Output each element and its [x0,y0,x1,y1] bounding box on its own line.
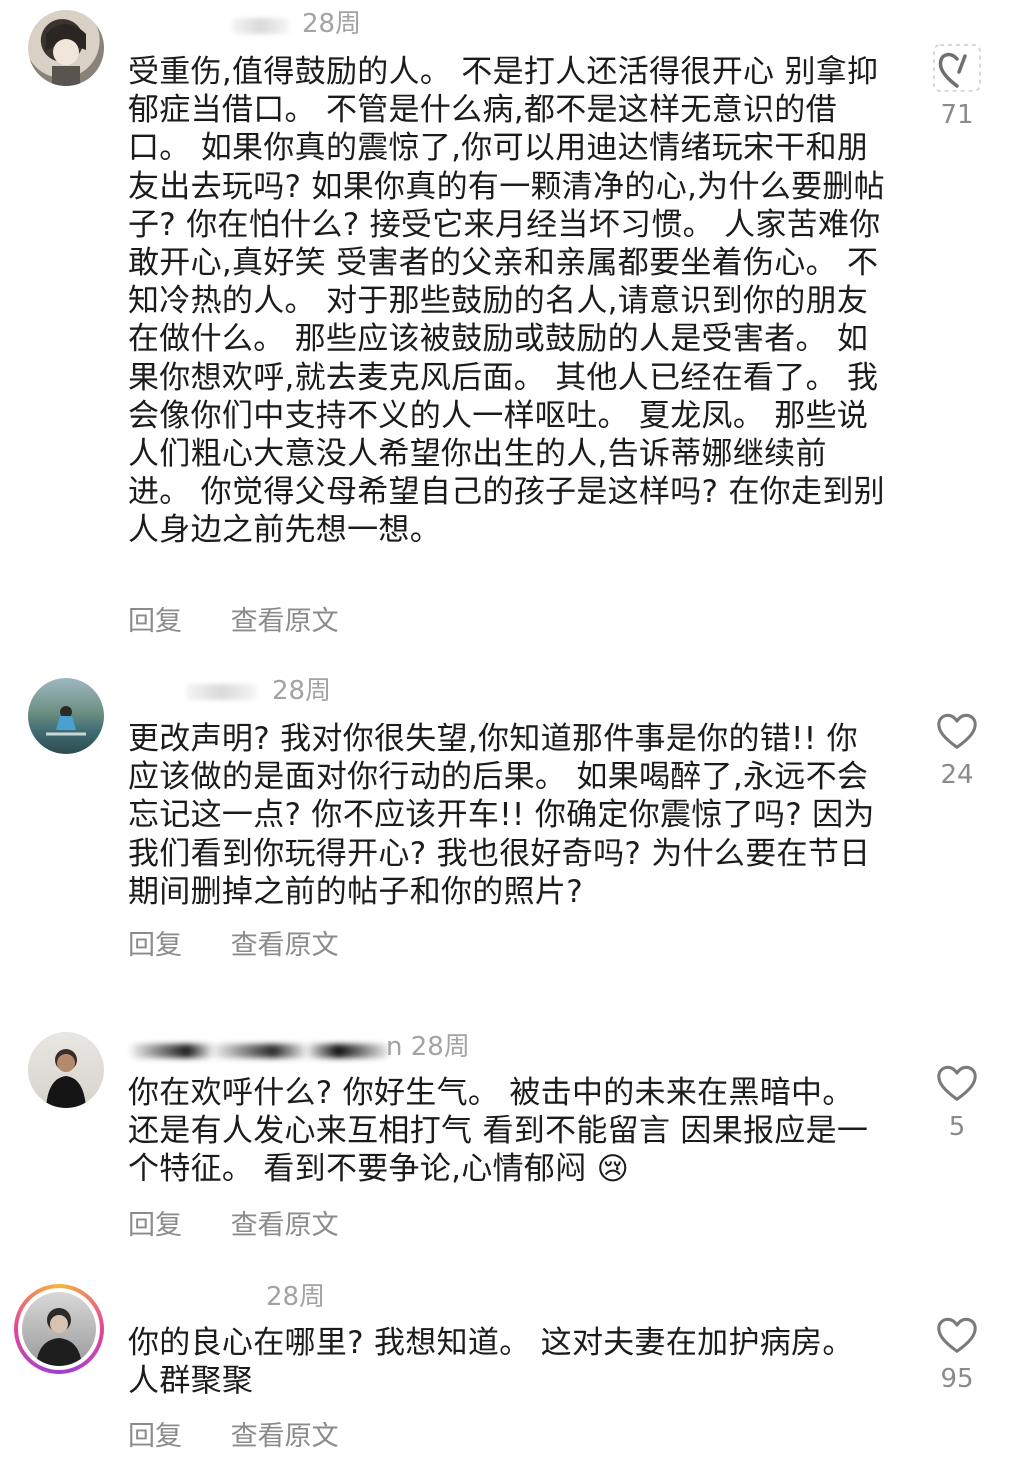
comment-item: 28周 你的良心在哪里? 我想知道。 这对夫妻在加护病房。 人群聚聚 回复 查看… [0,1260,1024,1468]
reply-button[interactable]: 回复 [128,606,182,638]
username-redacted [186,684,258,700]
username-redacted [130,1044,390,1058]
comment-actions: 回复 查看原文 [128,1210,339,1242]
view-original-button[interactable]: 查看原文 [231,1210,339,1242]
reply-button[interactable]: 回复 [128,1210,182,1242]
like-count: 95 [940,1364,974,1394]
avatar[interactable] [28,1032,104,1108]
avatar[interactable] [28,10,104,86]
view-original-button[interactable]: 查看原文 [231,1421,339,1453]
like-control[interactable]: 5 [927,1060,987,1142]
heart-outline-icon[interactable] [934,1312,980,1358]
avatar-image [46,24,86,86]
comment-text: 受重伤,值得鼓励的人。 不是打人还活得很开心 别拿抑郁症当借口。 不管是什么病,… [128,54,885,549]
comment-time: 28周 [266,1282,326,1312]
avatar[interactable] [28,678,104,754]
view-original-button[interactable]: 查看原文 [231,606,339,638]
comment-actions: 回复 查看原文 [128,930,339,962]
avatar-story-ring[interactable] [14,1284,104,1374]
comment-actions: 回复 查看原文 [128,606,339,638]
comment-text: 你在欢呼什么? 你好生气。 被击中的未来在黑暗中。 还是有人发心来互相打气 看到… [128,1075,869,1188]
avatar-image [36,1308,82,1366]
reply-button[interactable]: 回复 [128,1421,182,1453]
comment-text: 你的良心在哪里? 我想知道。 这对夫妻在加护病房。 人群聚聚 [128,1325,864,1400]
like-control[interactable]: 24 [927,708,987,790]
avatar [18,1288,100,1370]
like-count: 71 [940,100,974,130]
comment-item: 28周 受重伤,值得鼓励的人。 不是打人还活得很开心 别拿抑郁症当借口。 不管是… [0,0,1024,660]
comment-time: n 28周 [386,1032,470,1062]
comment-item: n 28周 你在欢呼什么? 你好生气。 被击中的未来在黑暗中。 还是有人发心来互… [0,1020,1024,1260]
like-control[interactable]: 71 [927,42,987,130]
comment-text: 更改声明? 我对你很失望,你知道那件事是你的错!! 你应该做的是面对你行动的后果… [128,721,875,910]
like-count: 5 [948,1112,966,1142]
comment-time: 28周 [302,9,362,39]
reply-button[interactable]: 回复 [128,930,182,962]
username-redacted [232,18,290,34]
like-control[interactable]: 95 [927,1312,987,1394]
avatar-image [46,706,86,736]
heart-outline-icon[interactable] [934,708,980,754]
comment-item: 28周 更改声明? 我对你很失望,你知道那件事是你的错!! 你应该做的是面对你行… [0,660,1024,1020]
comment-actions: 回复 查看原文 [128,1421,339,1453]
avatar-image [46,1049,86,1108]
comment-time: 28周 [272,676,332,706]
view-original-button[interactable]: 查看原文 [231,930,339,962]
heart-half-icon[interactable] [931,42,983,94]
like-count: 24 [940,760,974,790]
heart-outline-icon[interactable] [934,1060,980,1106]
